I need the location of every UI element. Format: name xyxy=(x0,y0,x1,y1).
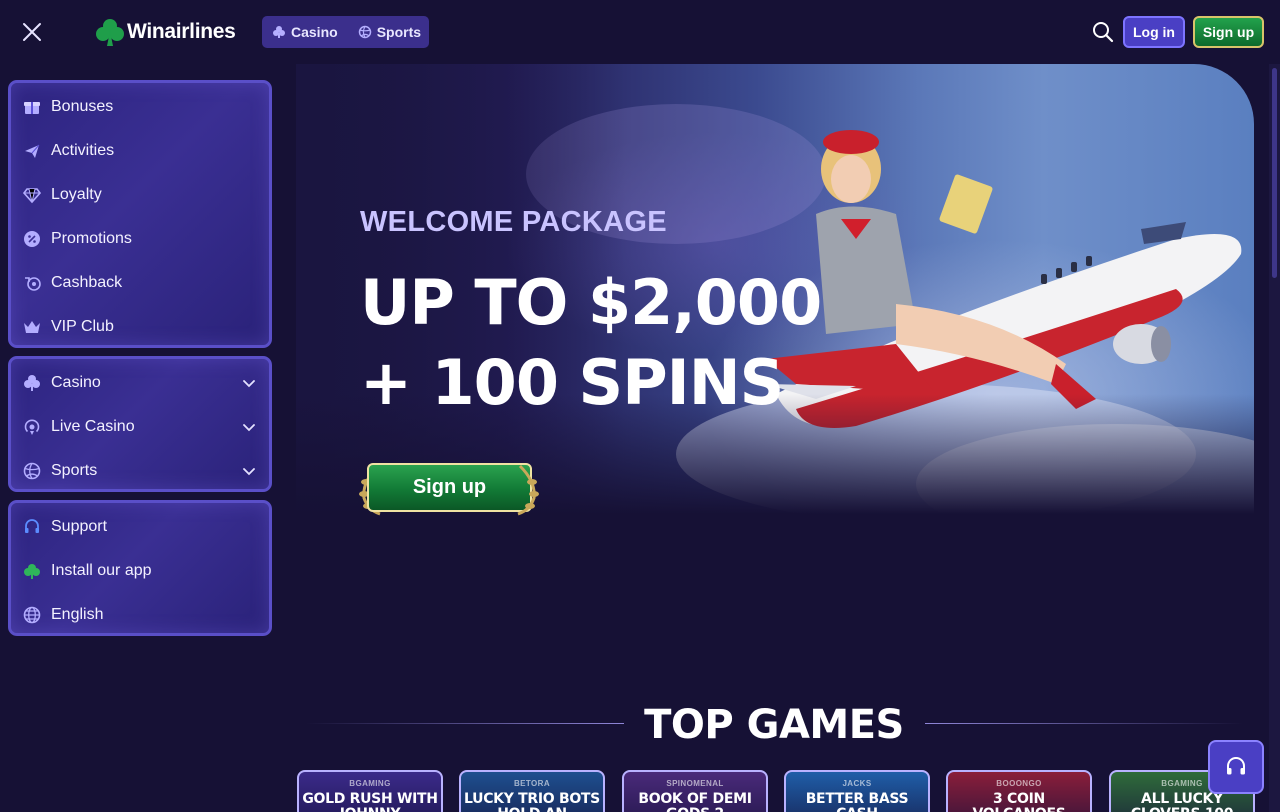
tab-sports[interactable]: Sports xyxy=(358,24,421,40)
chevron-down-icon xyxy=(243,468,255,476)
scrollbar-thumb[interactable] xyxy=(1272,68,1277,278)
sidebar-item-vip-club[interactable]: VIP Club xyxy=(11,305,269,349)
game-card[interactable]: BETORA LUCKY TRIO BOTS HOLD AN xyxy=(459,770,605,812)
sidebar-item-label: Promotions xyxy=(51,230,132,247)
sidebar-item-language[interactable]: English xyxy=(11,593,269,637)
sidebar-item-label: Support xyxy=(51,518,108,535)
sidebar-item-install-app[interactable]: Install our app xyxy=(11,549,269,593)
sidebar-item-casino[interactable]: Casino xyxy=(11,361,269,405)
game-provider: BOOONGO xyxy=(996,779,1042,788)
tab-casino-label: Casino xyxy=(291,24,338,40)
percent-icon xyxy=(23,230,41,248)
game-provider: BGAMING xyxy=(349,779,391,788)
signup-button[interactable]: Sign up xyxy=(1193,16,1264,48)
volleyball-icon xyxy=(23,462,41,480)
game-card[interactable]: JACKS BETTER BASS CASH xyxy=(784,770,930,812)
sidebar-item-support[interactable]: Support xyxy=(11,505,269,549)
sidebar-item-label: Bonuses xyxy=(51,98,114,115)
plane-icon xyxy=(23,142,41,160)
laurel-right-icon xyxy=(517,464,539,516)
game-provider: BETORA xyxy=(513,779,551,788)
game-provider: JACKS xyxy=(842,779,872,788)
globe-icon xyxy=(23,606,41,624)
game-title: BOOK OF DEMI GODS 2 xyxy=(638,791,752,812)
gift-icon xyxy=(23,98,41,116)
top-games-title: TOP GAMES xyxy=(644,702,904,748)
section-divider-right xyxy=(925,723,1243,724)
sidebar-item-label: Cashback xyxy=(51,274,123,291)
sidebar-item-label: Casino xyxy=(51,374,101,391)
app-icon xyxy=(23,562,41,580)
sidebar-item-label: English xyxy=(51,606,104,623)
sidebar-item-label: Sports xyxy=(51,462,98,479)
sidebar-item-label: Live Casino xyxy=(51,418,135,435)
search-button[interactable] xyxy=(1090,19,1116,45)
top-nav-tabs: Casino Sports xyxy=(262,16,429,48)
sidebar-group-rewards: Bonuses Activities Loyalty Promotions Ca… xyxy=(8,80,272,348)
close-icon xyxy=(23,23,41,41)
club-icon xyxy=(273,26,285,38)
headset-icon xyxy=(23,518,41,536)
sidebar-item-label: Install our app xyxy=(51,562,152,579)
sidebar-item-sports[interactable]: Sports xyxy=(11,449,269,493)
sidebar-item-activities[interactable]: Activities xyxy=(11,129,269,173)
clover-logo-icon xyxy=(96,19,124,46)
live-icon xyxy=(23,418,41,436)
headset-icon xyxy=(1227,757,1245,775)
crown-icon xyxy=(23,318,41,336)
chevron-down-icon xyxy=(243,424,255,432)
club-icon xyxy=(23,374,41,392)
hero-signup-button[interactable]: Sign up xyxy=(367,463,532,512)
game-card[interactable]: BGAMING GOLD RUSH WITH JOHNNY xyxy=(297,770,443,812)
brand-name: Winairlines xyxy=(127,20,236,43)
header: Winairlines Casino Sports Log in Sign up xyxy=(0,0,1280,64)
tab-sports-label: Sports xyxy=(376,24,422,40)
tab-casino[interactable]: Casino xyxy=(272,24,338,40)
game-title: LUCKY TRIO BOTS HOLD AN xyxy=(464,791,600,812)
hero-title-line1: UP TO $2,000 xyxy=(360,266,822,339)
game-title: ALL LUCKY CLOVERS 100 xyxy=(1131,791,1234,812)
sidebar-item-label: Activities xyxy=(51,142,115,159)
game-card[interactable]: SPINOMENAL BOOK OF DEMI GODS 2 xyxy=(622,770,768,812)
cashback-icon xyxy=(23,274,41,292)
sidebar-group-games: Casino Live Casino Sports xyxy=(8,356,272,492)
brand-logo[interactable]: Winairlines xyxy=(95,16,236,48)
volleyball-icon xyxy=(358,25,371,39)
close-menu-button[interactable] xyxy=(18,18,46,46)
sidebar-item-promotions[interactable]: Promotions xyxy=(11,217,269,261)
game-title: GOLD RUSH WITH JOHNNY xyxy=(302,791,438,812)
game-title: 3 COIN VOLCANOES xyxy=(972,791,1065,812)
login-button[interactable]: Log in xyxy=(1123,16,1185,48)
search-icon xyxy=(1093,22,1114,43)
diamond-icon xyxy=(23,186,41,204)
chevron-down-icon xyxy=(243,380,255,388)
section-divider-left xyxy=(306,723,624,724)
sidebar-item-label: Loyalty xyxy=(51,186,102,203)
game-provider: SPINOMENAL xyxy=(666,779,724,788)
hero-subtitle: WELCOME PACKAGE xyxy=(360,206,667,238)
sidebar-item-label: VIP Club xyxy=(51,318,114,335)
game-title: BETTER BASS CASH xyxy=(805,791,909,812)
support-chat-button[interactable] xyxy=(1208,740,1264,794)
game-card[interactable]: BOOONGO 3 COIN VOLCANOES xyxy=(946,770,1092,812)
sidebar-item-loyalty[interactable]: Loyalty xyxy=(11,173,269,217)
hero-title-line2: + 100 SPINS xyxy=(360,346,784,419)
sidebar-item-bonuses[interactable]: Bonuses xyxy=(11,85,269,129)
sidebar-item-cashback[interactable]: Cashback xyxy=(11,261,269,305)
sidebar-group-help: Support Install our app English xyxy=(8,500,272,636)
sidebar-item-live-casino[interactable]: Live Casino xyxy=(11,405,269,449)
